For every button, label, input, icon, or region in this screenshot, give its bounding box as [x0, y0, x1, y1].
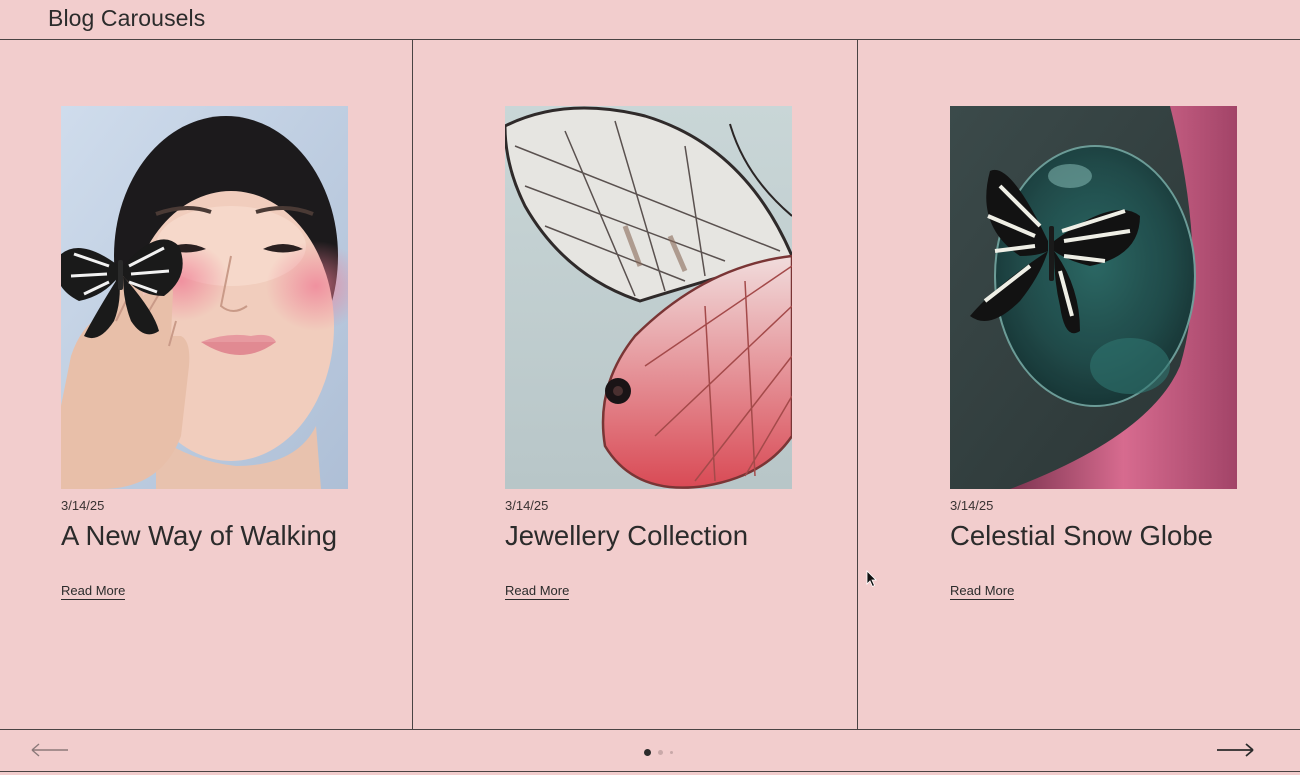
carousel-pagination — [644, 748, 673, 756]
blog-card: 3/14/25 A New Way of Walking Read More — [0, 40, 413, 729]
post-title[interactable]: A New Way of Walking — [61, 520, 337, 552]
arrow-left-icon[interactable] — [30, 740, 70, 760]
page-dot[interactable] — [670, 750, 673, 754]
blog-card: 3/14/25 Celestial Snow Globe Read More — [858, 40, 1300, 729]
carousel-controls — [0, 730, 1300, 772]
post-image-butterfly-globe[interactable] — [950, 106, 1237, 489]
page-dot[interactable] — [658, 749, 663, 755]
read-more-link[interactable]: Read More — [950, 583, 1015, 600]
post-image-woman-butterfly[interactable] — [61, 106, 348, 489]
page-title: Blog Carousels — [48, 5, 206, 31]
post-date: 3/14/25 — [505, 498, 549, 513]
site-header: Blog Carousels — [0, 0, 1300, 40]
post-title[interactable]: Celestial Snow Globe — [950, 520, 1213, 552]
post-title[interactable]: Jewellery Collection — [505, 520, 748, 552]
page-dot-active[interactable] — [644, 748, 651, 756]
blog-card: 3/14/25 Jewellery Collection Read More — [413, 40, 858, 729]
blog-carousel-track: 3/14/25 A New Way of Walking Read More 3… — [0, 40, 1300, 730]
read-more-link[interactable]: Read More — [505, 583, 570, 600]
post-date: 3/14/25 — [61, 498, 105, 513]
post-image-butterfly-wing[interactable] — [505, 106, 792, 489]
mouse-cursor-icon — [866, 570, 878, 588]
post-date: 3/14/25 — [950, 498, 994, 513]
read-more-link[interactable]: Read More — [61, 583, 126, 600]
arrow-right-icon[interactable] — [1215, 740, 1255, 760]
